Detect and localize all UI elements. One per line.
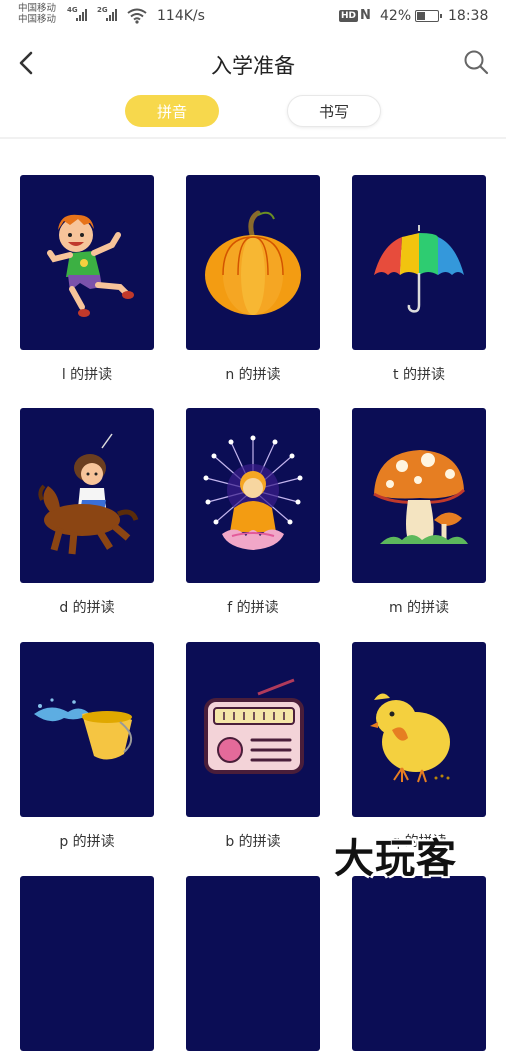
app-header: 入学准备	[0, 40, 506, 86]
lesson-card-partial[interactable]	[352, 876, 486, 1051]
divider	[0, 137, 506, 139]
lesson-card-label: b 的拼读	[225, 834, 281, 850]
battery-percent: 42%	[380, 8, 412, 24]
chick-image	[352, 642, 486, 817]
card-image	[186, 876, 320, 1051]
water-bucket-image	[20, 642, 154, 817]
carrier-2: 中国移动	[18, 14, 57, 25]
watermark: 大玩客	[334, 836, 457, 882]
lesson-card-q[interactable]: q 的拼读	[352, 642, 486, 851]
radio-image	[186, 642, 320, 817]
lesson-card-d[interactable]: d 的拼读	[20, 408, 154, 617]
search-icon[interactable]	[462, 48, 490, 76]
lesson-card-l[interactable]: l 的拼读	[20, 175, 154, 384]
status-bar: 中国移动 中国移动 4G 2G 114K/s HD N 42% 18:38	[0, 0, 506, 34]
lesson-card-n[interactable]: n 的拼读	[186, 175, 320, 384]
clock: 18:38	[448, 8, 489, 24]
buddha-image	[186, 408, 320, 583]
signal-2-icon	[106, 9, 117, 21]
battery-icon	[415, 10, 442, 22]
network-speed: 114K/s	[157, 8, 205, 24]
lesson-card-t[interactable]: t 的拼读	[352, 175, 486, 384]
lesson-card-label: l 的拼读	[61, 367, 113, 383]
card-image	[20, 876, 154, 1051]
lesson-card-p[interactable]: p 的拼读	[20, 642, 154, 851]
tab-writing[interactable]: 书写	[287, 95, 381, 127]
carrier-labels: 中国移动 中国移动	[18, 3, 56, 25]
umbrella-image	[352, 175, 486, 350]
lesson-card-f[interactable]: f 的拼读	[186, 408, 320, 617]
wifi-icon	[127, 8, 147, 24]
lesson-card-label: t 的拼读	[393, 367, 445, 383]
lesson-card-m[interactable]: m 的拼读	[352, 408, 486, 617]
girl-on-horse-image	[20, 408, 154, 583]
lesson-card-label: p 的拼读	[59, 834, 115, 850]
lesson-card-label: m 的拼读	[388, 600, 450, 616]
tab-pinyin[interactable]: 拼音	[125, 95, 219, 127]
hd-icon: HD	[339, 10, 359, 22]
jumping-boy-image	[20, 175, 154, 350]
tab-bar: 拼音 书写	[0, 93, 506, 133]
lesson-card-label: f 的拼读	[227, 600, 279, 616]
signal-1-icon	[76, 9, 87, 21]
lesson-card-label: n 的拼读	[225, 367, 281, 383]
lesson-card-label: d 的拼读	[59, 600, 115, 616]
lesson-card-partial[interactable]	[186, 876, 320, 1051]
pumpkin-image	[186, 175, 320, 350]
card-image	[352, 876, 486, 1051]
mushroom-image	[352, 408, 486, 583]
battery-fill	[417, 12, 425, 20]
lesson-card-b[interactable]: b 的拼读	[186, 642, 320, 851]
lesson-card-partial[interactable]	[20, 876, 154, 1051]
page-title: 入学准备	[211, 54, 295, 78]
nfc-icon: N	[360, 8, 371, 23]
carrier-1: 中国移动	[18, 3, 57, 14]
